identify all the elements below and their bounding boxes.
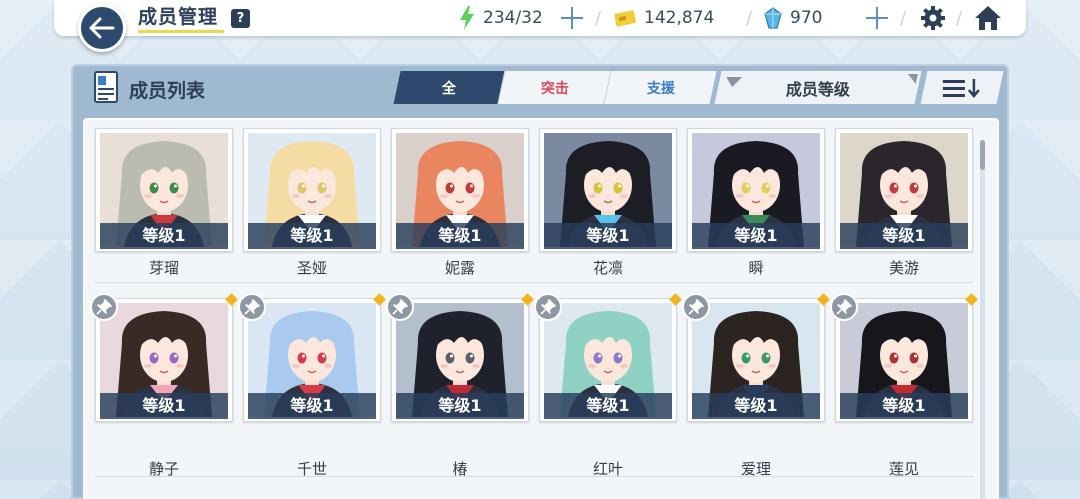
member-name: 静子 bbox=[148, 460, 179, 478]
pushpin-icon bbox=[244, 299, 260, 315]
help-button[interactable]: ? bbox=[231, 9, 250, 28]
pin-icon[interactable] bbox=[534, 293, 562, 321]
member-card[interactable]: 等级1 bbox=[830, 293, 978, 422]
member-level: 等级1 bbox=[100, 393, 228, 419]
home-icon bbox=[975, 6, 1001, 30]
member-name: 瞬 bbox=[748, 259, 764, 277]
page-title: 成员管理 bbox=[138, 4, 225, 33]
scrollbar-thumb[interactable] bbox=[980, 140, 985, 170]
add-stamina-button[interactable] bbox=[561, 7, 583, 29]
credits-resource: 142,874 bbox=[614, 0, 714, 36]
divider: / bbox=[956, 8, 963, 29]
divider: / bbox=[746, 8, 753, 29]
top-bar: 成员管理 ? 234/32 / 142,874 / 970 / / bbox=[54, 0, 1026, 36]
member-card[interactable]: 等级1 bbox=[534, 293, 682, 422]
gem-icon bbox=[764, 7, 782, 29]
member-name: 爱理 bbox=[740, 460, 771, 478]
home-button[interactable] bbox=[974, 4, 1002, 36]
back-button[interactable] bbox=[78, 4, 126, 52]
dropdown-corner-icon bbox=[905, 74, 918, 84]
credits-icon bbox=[614, 10, 636, 27]
pin-icon[interactable] bbox=[238, 293, 266, 321]
member-card[interactable]: 等级1 bbox=[95, 128, 233, 252]
sort-dropdown[interactable]: 成员等级 bbox=[714, 71, 922, 104]
scrollbar[interactable] bbox=[980, 140, 985, 499]
panel-title: 成员列表 bbox=[129, 80, 206, 102]
sort-order-button[interactable] bbox=[920, 71, 1004, 104]
member-name: 千世 bbox=[296, 460, 327, 478]
settings-button[interactable] bbox=[920, 5, 946, 35]
member-name: 圣娅 bbox=[296, 259, 327, 277]
member-level: 等级1 bbox=[692, 393, 820, 419]
lightning-icon bbox=[460, 6, 474, 30]
member-name: 妮露 bbox=[444, 259, 475, 277]
pushpin-icon bbox=[96, 299, 112, 315]
panel-header: 成员列表 全 突击 支援 成员等级 bbox=[73, 66, 1007, 110]
member-card[interactable]: 等级1 bbox=[539, 128, 677, 252]
arrow-left-icon bbox=[89, 17, 115, 39]
pushpin-icon bbox=[836, 299, 852, 315]
member-card[interactable]: 等级1 bbox=[90, 293, 238, 422]
divider: / bbox=[900, 8, 907, 29]
add-gems-button[interactable] bbox=[866, 7, 888, 29]
sort-descending-icon bbox=[943, 78, 980, 98]
pin-icon[interactable] bbox=[830, 293, 858, 321]
pushpin-icon bbox=[540, 299, 556, 315]
member-name: 美游 bbox=[888, 259, 919, 277]
pin-icon[interactable] bbox=[386, 293, 414, 321]
member-level: 等级1 bbox=[840, 223, 968, 249]
member-card[interactable]: 等级1 bbox=[243, 128, 381, 252]
member-name: 芽瑠 bbox=[148, 259, 179, 277]
member-level: 等级1 bbox=[248, 223, 376, 249]
divider: / bbox=[595, 8, 602, 29]
credits-value: 142,874 bbox=[644, 8, 715, 28]
filter-tabs: 全 突击 支援 bbox=[393, 71, 717, 104]
member-card[interactable]: 等级1 bbox=[682, 293, 830, 422]
sort-label: 成员等级 bbox=[785, 79, 850, 99]
member-name: 花凛 bbox=[592, 259, 623, 277]
gems-value: 970 bbox=[790, 8, 823, 28]
member-level: 等级1 bbox=[396, 223, 524, 249]
member-card[interactable]: 等级1 bbox=[835, 128, 973, 252]
member-level: 等级1 bbox=[544, 393, 672, 419]
member-card[interactable]: 等级1 bbox=[687, 128, 825, 252]
member-card[interactable]: 等级1 bbox=[386, 293, 534, 422]
gems-resource: 970 bbox=[764, 0, 822, 36]
member-list-icon bbox=[94, 71, 118, 103]
row-divider bbox=[95, 282, 973, 283]
member-name: 莲见 bbox=[888, 460, 919, 478]
member-level: 等级1 bbox=[840, 393, 968, 419]
filter-funnel-icon bbox=[724, 77, 743, 87]
member-level: 等级1 bbox=[396, 393, 524, 419]
pushpin-icon bbox=[392, 299, 408, 315]
member-name: 红叶 bbox=[592, 460, 623, 478]
member-card[interactable]: 等级1 bbox=[238, 293, 386, 422]
tab-support[interactable]: 支援 bbox=[603, 71, 717, 104]
member-level: 等级1 bbox=[248, 393, 376, 419]
member-name: 椿 bbox=[452, 460, 468, 478]
tab-assault[interactable]: 突击 bbox=[497, 71, 611, 104]
stamina-value: 234/32 bbox=[483, 8, 543, 28]
member-card[interactable]: 等级1 bbox=[391, 128, 529, 252]
member-level: 等级1 bbox=[100, 223, 228, 249]
member-level: 等级1 bbox=[692, 223, 820, 249]
pushpin-icon bbox=[688, 299, 704, 315]
tab-all[interactable]: 全 bbox=[393, 71, 505, 104]
stamina-resource: 234/32 bbox=[459, 0, 543, 36]
pin-icon[interactable] bbox=[90, 293, 118, 321]
member-level: 等级1 bbox=[544, 223, 672, 249]
pin-icon[interactable] bbox=[682, 293, 710, 321]
gear-icon bbox=[921, 6, 945, 30]
